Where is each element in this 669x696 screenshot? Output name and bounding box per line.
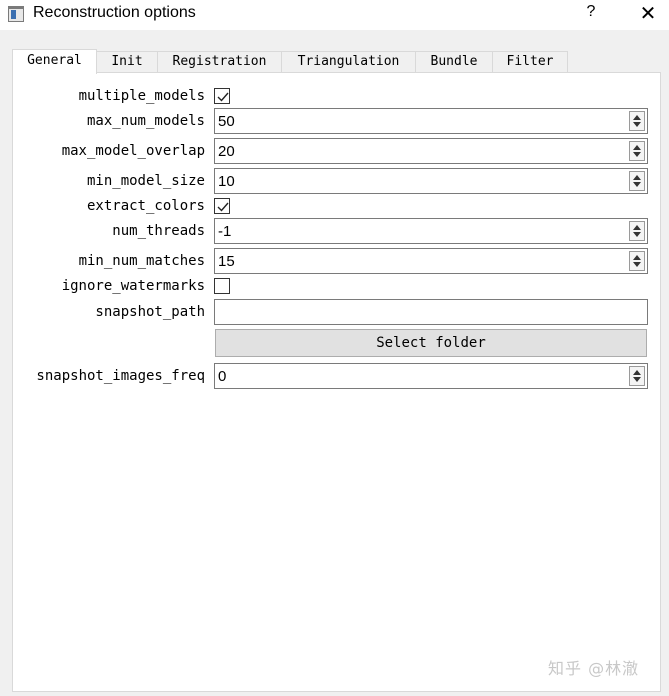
min-model-size-label: min_model_size — [86, 173, 205, 189]
select-folder-button[interactable]: Select folder — [215, 329, 647, 357]
extract-colors-label: extract_colors — [86, 198, 205, 214]
tab-general[interactable]: General — [12, 49, 97, 74]
num-threads-label: num_threads — [112, 223, 205, 239]
title-bar: Reconstruction options ? ✕ — [0, 0, 669, 30]
help-button[interactable]: ? — [582, 3, 600, 25]
tab-registration[interactable]: Registration — [158, 51, 282, 73]
snapshot-path-label: snapshot_path — [95, 304, 205, 320]
num-threads-value: -1 — [218, 223, 232, 240]
min-model-size-value: 10 — [218, 173, 235, 190]
multiple-models-checkbox[interactable] — [214, 88, 230, 104]
general-options-panel: multiple_models max_num_models 50 max_mo… — [12, 72, 661, 692]
tab-bar: General Init Registration Triangulation … — [12, 49, 568, 74]
watermark-text: 知乎 @林澈 — [548, 659, 640, 678]
spin-arrows-icon[interactable] — [629, 251, 645, 271]
tab-triangulation[interactable]: Triangulation — [282, 51, 416, 73]
tab-bundle[interactable]: Bundle — [416, 51, 493, 73]
max-num-models-spinbox[interactable]: 50 — [214, 108, 648, 134]
min-model-size-spinbox[interactable]: 10 — [214, 168, 648, 194]
max-model-overlap-value: 20 — [218, 143, 235, 160]
spin-arrows-icon[interactable] — [629, 171, 645, 191]
multiple-models-label: multiple_models — [78, 88, 205, 104]
dialog-body: General Init Registration Triangulation … — [0, 30, 669, 696]
num-threads-spinbox[interactable]: -1 — [214, 218, 648, 244]
spin-arrows-icon[interactable] — [629, 141, 645, 161]
ignore-watermarks-label: ignore_watermarks — [61, 278, 205, 294]
ignore-watermarks-checkbox[interactable] — [214, 278, 230, 294]
app-window-icon — [8, 6, 24, 22]
checkmark-icon — [217, 202, 229, 212]
checkmark-icon — [217, 92, 229, 102]
extract-colors-checkbox[interactable] — [214, 198, 230, 214]
snapshot-images-freq-label: snapshot_images_freq — [36, 368, 205, 384]
min-num-matches-value: 15 — [218, 253, 235, 270]
spin-arrows-icon[interactable] — [629, 221, 645, 241]
tab-filter[interactable]: Filter — [493, 51, 568, 73]
snapshot-path-input[interactable] — [214, 299, 648, 325]
spin-arrows-icon[interactable] — [629, 366, 645, 386]
snapshot-images-freq-spinbox[interactable]: 0 — [214, 363, 648, 389]
max-num-models-value: 50 — [218, 113, 235, 130]
tab-init[interactable]: Init — [97, 51, 158, 73]
max-model-overlap-label: max_model_overlap — [61, 143, 205, 159]
min-num-matches-label: min_num_matches — [78, 253, 205, 269]
close-button[interactable]: ✕ — [634, 1, 662, 27]
snapshot-images-freq-value: 0 — [218, 368, 227, 385]
max-num-models-label: max_num_models — [86, 113, 205, 129]
spin-arrows-icon[interactable] — [629, 111, 645, 131]
max-model-overlap-spinbox[interactable]: 20 — [214, 138, 648, 164]
min-num-matches-spinbox[interactable]: 15 — [214, 248, 648, 274]
window-title: Reconstruction options — [33, 4, 196, 21]
